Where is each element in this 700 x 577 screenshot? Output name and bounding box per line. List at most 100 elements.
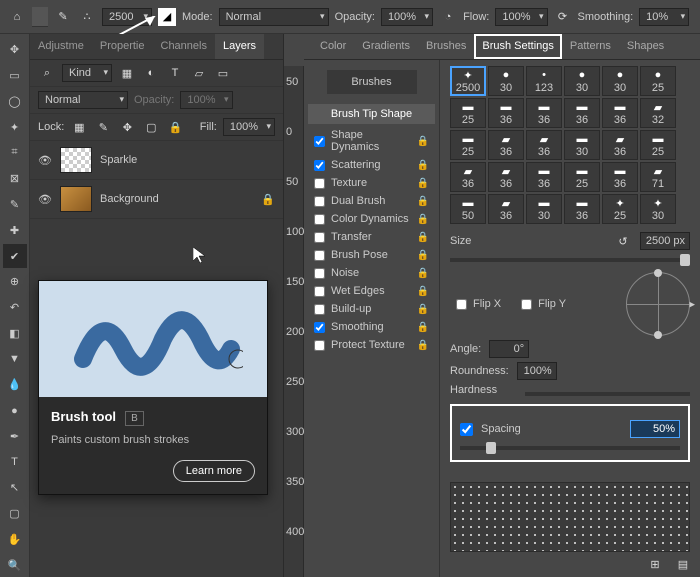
tab-shapes[interactable]: Shapes	[619, 34, 672, 59]
hand-tool[interactable]: ✋	[3, 528, 27, 552]
brush-option-scattering[interactable]: Scattering🔒	[308, 156, 435, 174]
brush-preset-icon[interactable]: ∴	[78, 8, 96, 26]
tab-channels[interactable]: Channels	[153, 34, 215, 59]
home-icon[interactable]: ⌂	[8, 8, 26, 26]
zoom-tool[interactable]: 🔍	[3, 553, 27, 577]
brush-preset[interactable]: ▬25	[640, 130, 676, 160]
dodge-tool[interactable]: ●	[3, 399, 27, 423]
marquee-tool[interactable]: ▭	[3, 64, 27, 88]
tab-layers[interactable]: Layers	[215, 34, 264, 59]
tab-properties[interactable]: Propertie	[92, 34, 153, 59]
brush-preset[interactable]: ▬30	[526, 194, 562, 224]
brush-preset[interactable]: ▰71	[640, 162, 676, 192]
history-brush-tool[interactable]: ↶	[3, 296, 27, 320]
eraser-tool[interactable]: ◧	[3, 321, 27, 345]
path-tool[interactable]: ↖	[3, 476, 27, 500]
size-slider[interactable]	[450, 258, 690, 262]
frame-tool[interactable]: ⊠	[3, 167, 27, 191]
brush-preset[interactable]: ▬36	[564, 98, 600, 128]
brush-preset[interactable]: ●30	[602, 66, 638, 96]
lock-paint-icon[interactable]: ✎	[94, 118, 112, 136]
filter-type-icon[interactable]: T	[166, 64, 184, 82]
brush-preset[interactable]: ▬25	[450, 130, 486, 160]
layer-thumb[interactable]	[60, 186, 92, 212]
pen-tool[interactable]: ✒	[3, 424, 27, 448]
flip-x-checkbox[interactable]: Flip X	[450, 295, 507, 313]
brush-option-dual-brush[interactable]: Dual Brush🔒	[308, 192, 435, 210]
brush-option-smoothing[interactable]: Smoothing🔒	[308, 318, 435, 336]
healing-tool[interactable]: ✚	[3, 218, 27, 242]
visibility-icon[interactable]: 👁	[38, 193, 52, 206]
brush-preset[interactable]: ✦25	[602, 194, 638, 224]
tab-brush-settings[interactable]: Brush Settings	[474, 34, 562, 59]
pressure-opacity-icon[interactable]: ◔	[439, 8, 457, 26]
brush-preset[interactable]: ▬36	[526, 98, 562, 128]
brush-preset[interactable]: ▬25	[564, 162, 600, 192]
angle-field[interactable]: 0°	[489, 340, 529, 358]
filter-adjust-icon[interactable]: ◐	[142, 64, 160, 82]
layer-row[interactable]: 👁 Background 🔒	[30, 180, 283, 219]
brush-option-transfer[interactable]: Transfer🔒	[308, 228, 435, 246]
tab-brushes[interactable]: Brushes	[418, 34, 474, 59]
filter-shape-icon[interactable]: ▱	[190, 64, 208, 82]
move-tool[interactable]: ✥	[3, 38, 27, 62]
brush-icon[interactable]: ✎	[54, 8, 72, 26]
airbrush-icon[interactable]: ⟳	[554, 8, 572, 26]
opacity-dropdown[interactable]: 100%	[381, 8, 433, 26]
brush-preset[interactable]: ●30	[488, 66, 524, 96]
tab-color[interactable]: Color	[312, 34, 354, 59]
layer-name[interactable]: Background	[100, 193, 159, 205]
spacing-checkbox[interactable]	[460, 423, 473, 436]
brush-option-wet-edges[interactable]: Wet Edges🔒	[308, 282, 435, 300]
brush-tip-shape[interactable]: Brush Tip Shape	[308, 104, 435, 124]
filter-smart-icon[interactable]: ▭	[214, 64, 232, 82]
tab-patterns[interactable]: Patterns	[562, 34, 619, 59]
blur-tool[interactable]: 💧	[3, 373, 27, 397]
stamp-tool[interactable]: ⊕	[3, 270, 27, 294]
smoothing-dropdown[interactable]: 10%	[639, 8, 689, 26]
angle-control[interactable]: ▸	[626, 272, 690, 336]
filter-pixel-icon[interactable]: ▦	[118, 64, 136, 82]
layer-blend-dropdown[interactable]: Normal	[38, 91, 128, 109]
type-tool[interactable]: T	[3, 450, 27, 474]
brush-option-brush-pose[interactable]: Brush Pose🔒	[308, 246, 435, 264]
brush-preset[interactable]: ▰36	[488, 194, 524, 224]
lock-position-icon[interactable]: ✥	[118, 118, 136, 136]
brush-option-protect-texture[interactable]: Protect Texture🔒	[308, 336, 435, 354]
layer-row[interactable]: 👁 Sparkle	[30, 141, 283, 180]
pressure-size-icon[interactable]: ◢	[158, 8, 176, 26]
brush-option-build-up[interactable]: Build-up🔒	[308, 300, 435, 318]
tab-gradients[interactable]: Gradients	[354, 34, 418, 59]
layer-opacity-dropdown[interactable]: 100%	[180, 91, 232, 109]
flip-brush-icon[interactable]: ↺	[614, 232, 632, 250]
brush-preset[interactable]: ▰36	[488, 130, 524, 160]
crop-tool[interactable]: ⌗	[3, 141, 27, 165]
roundness-field[interactable]: 100%	[517, 362, 557, 380]
brush-preset[interactable]: ●30	[564, 66, 600, 96]
brush-preset[interactable]: ●25	[640, 66, 676, 96]
brush-preset[interactable]: •123	[526, 66, 562, 96]
filter-kind-dropdown[interactable]: Kind	[62, 64, 112, 82]
brush-preset[interactable]: ▬50	[450, 194, 486, 224]
brush-preset[interactable]: ▬36	[564, 194, 600, 224]
spacing-field[interactable]: 50%	[630, 420, 680, 438]
tab-adjustments[interactable]: Adjustme	[30, 34, 92, 59]
fill-dropdown[interactable]: 100%	[223, 118, 275, 136]
flip-y-checkbox[interactable]: Flip Y	[515, 295, 572, 313]
brush-tool[interactable]: ✔	[3, 244, 27, 268]
layer-thumb[interactable]	[60, 147, 92, 173]
flow-dropdown[interactable]: 100%	[495, 8, 547, 26]
brush-option-noise[interactable]: Noise🔒	[308, 264, 435, 282]
brush-size-dropdown[interactable]: 2500	[102, 8, 152, 26]
wand-tool[interactable]: ✦	[3, 115, 27, 139]
spacing-slider[interactable]	[460, 446, 680, 450]
gradient-tool[interactable]: ▼	[3, 347, 27, 371]
blend-mode-dropdown[interactable]: Normal	[219, 8, 329, 26]
lock-artboard-icon[interactable]: ▢	[142, 118, 160, 136]
shape-tool[interactable]: ▢	[3, 502, 27, 526]
brush-preset[interactable]: ▬36	[602, 98, 638, 128]
brush-option-color-dynamics[interactable]: Color Dynamics🔒	[308, 210, 435, 228]
brush-preset[interactable]: ▰36	[526, 130, 562, 160]
lasso-tool[interactable]: ◯	[3, 90, 27, 114]
brush-preset[interactable]: ▰36	[602, 130, 638, 160]
